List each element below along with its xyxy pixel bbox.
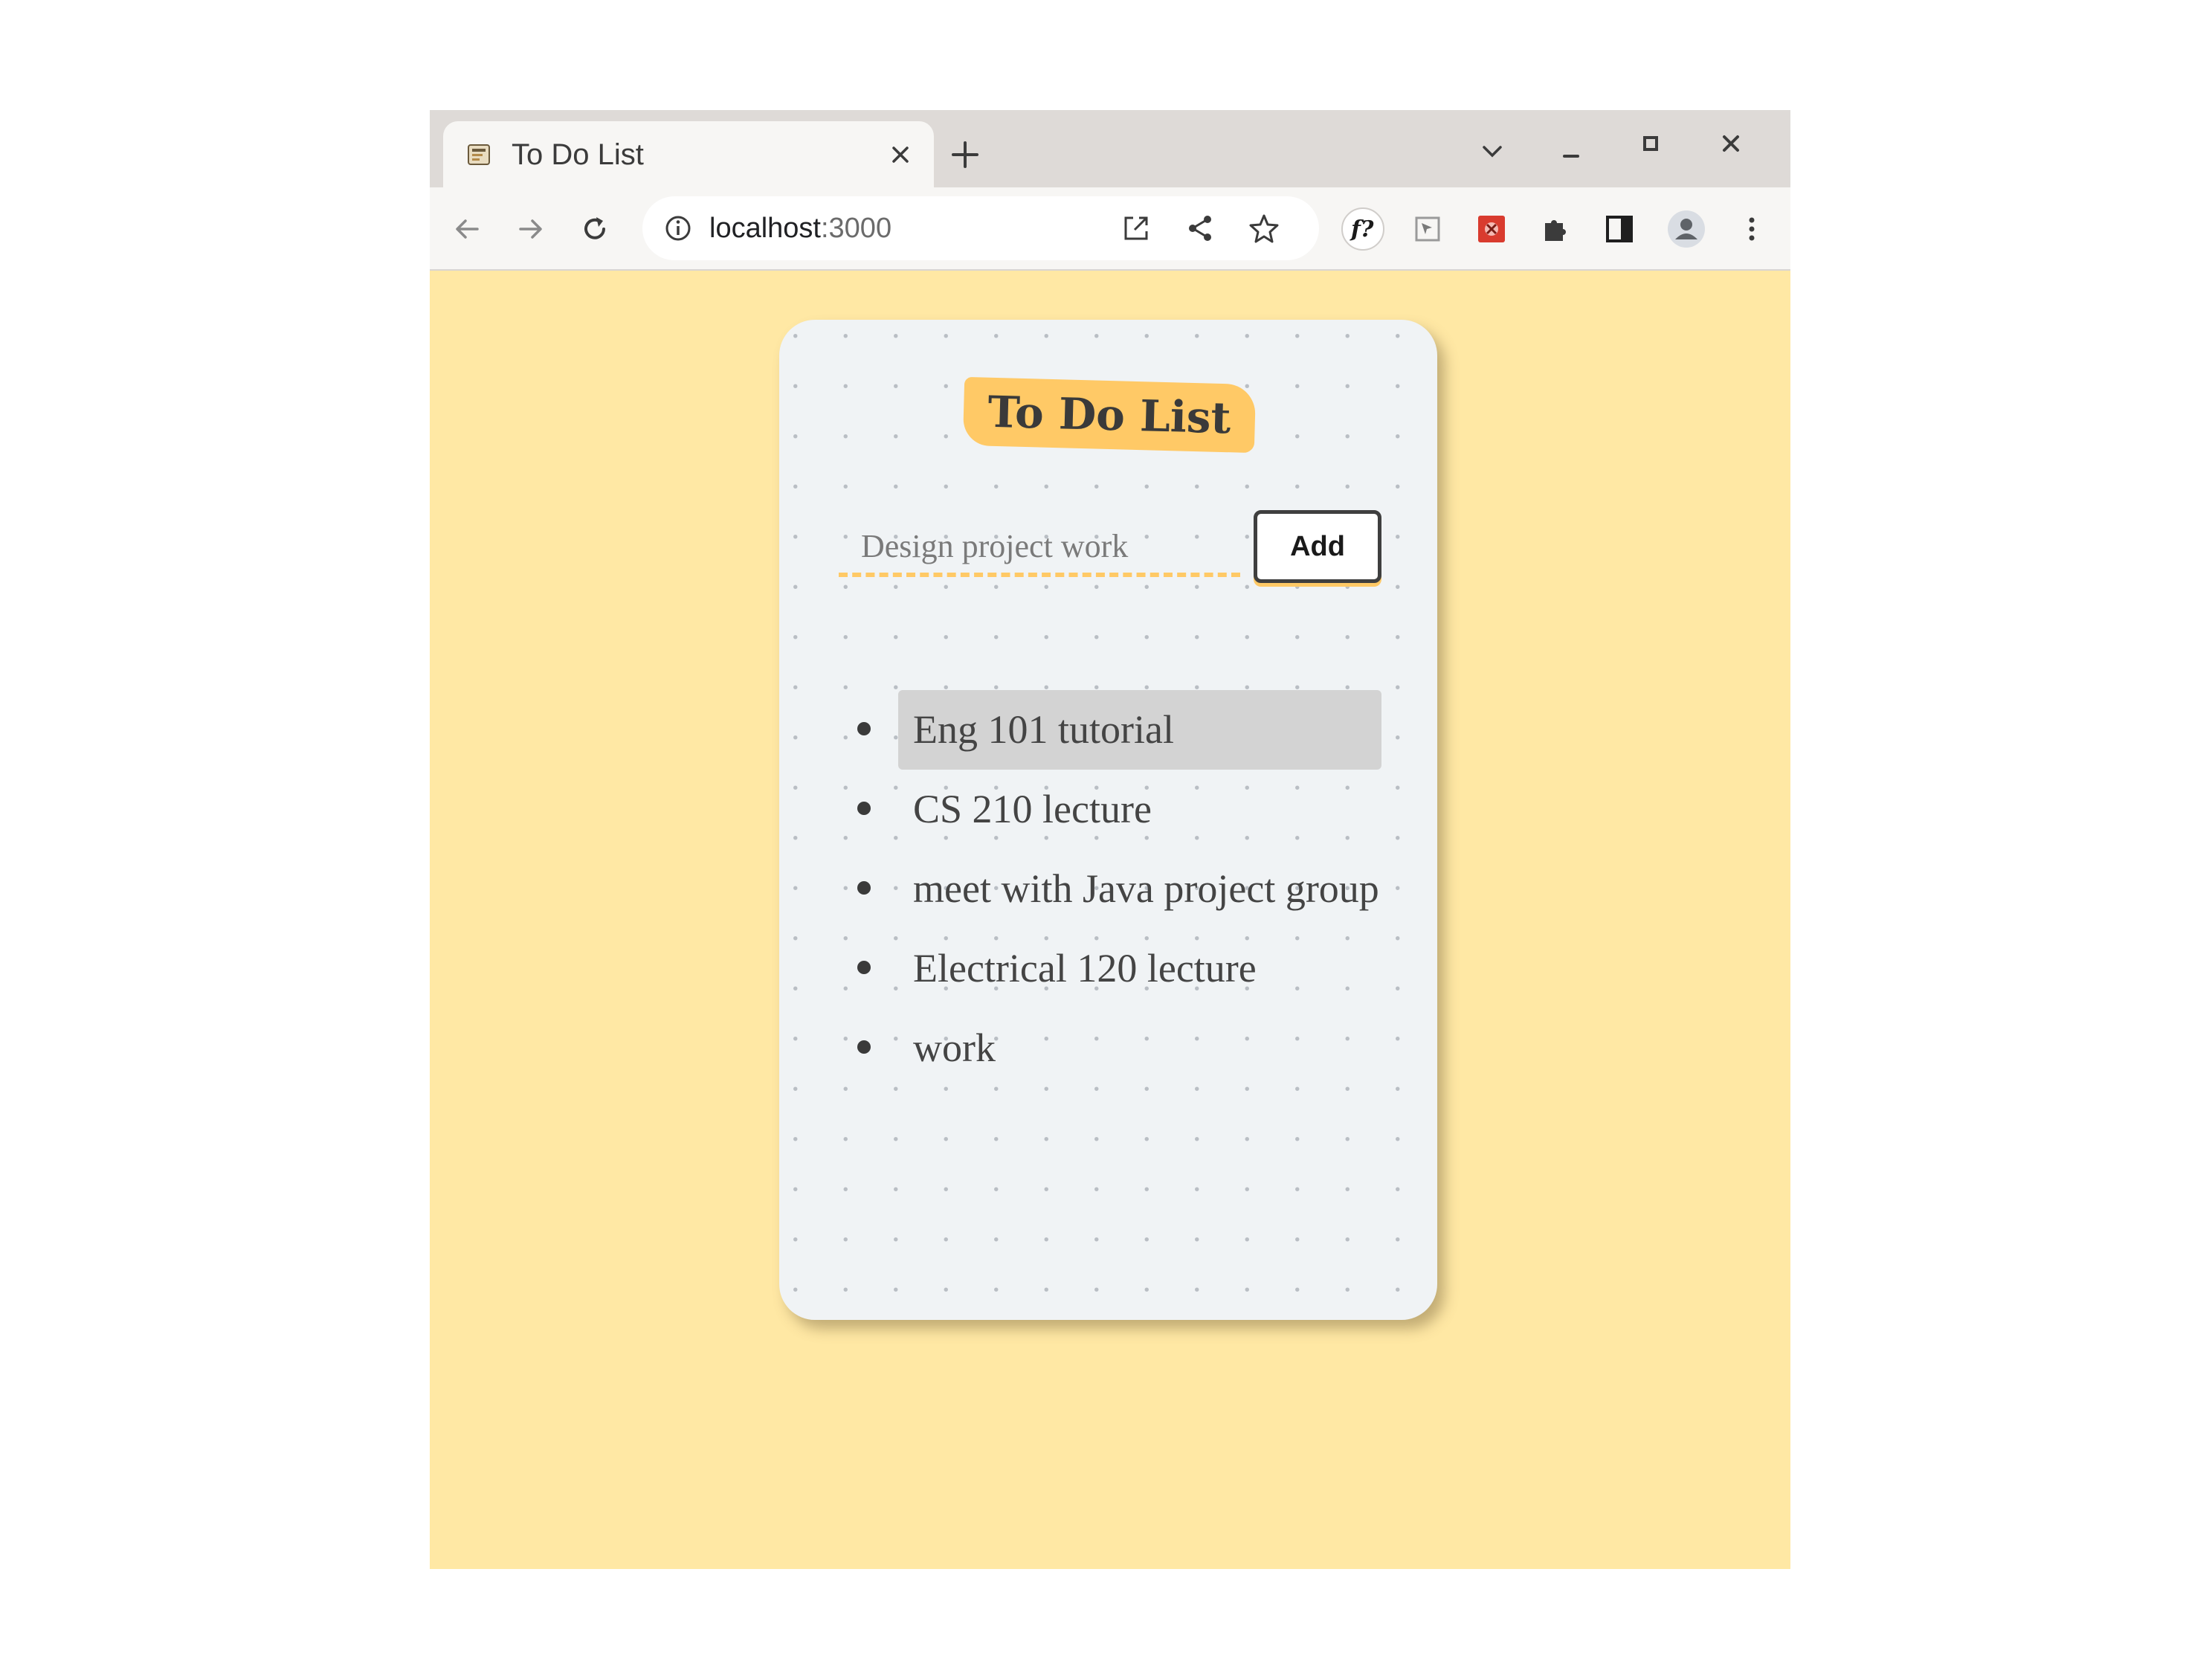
- bullet-icon: [857, 881, 871, 895]
- task-list: Eng 101 tutorial CS 210 lecture meet wit…: [820, 690, 1400, 1088]
- title-banner: To Do List: [962, 376, 1257, 454]
- task-text[interactable]: CS 210 lecture: [898, 770, 1167, 849]
- tab-strip: To Do List: [430, 110, 1790, 187]
- bullet-icon: [857, 1040, 871, 1054]
- task-input[interactable]: [839, 519, 1240, 577]
- svg-text:f?: f?: [1350, 216, 1374, 242]
- url-text[interactable]: localhost:3000: [709, 210, 891, 246]
- profile-icon[interactable]: [1667, 210, 1706, 248]
- kebab-menu-icon[interactable]: [1735, 213, 1768, 245]
- minimize-icon[interactable]: [1558, 138, 1584, 164]
- browser-window: To Do List localhost:3000 f? To Do List …: [430, 110, 1790, 1569]
- address-bar[interactable]: localhost:3000: [642, 196, 1319, 260]
- star-icon[interactable]: [1248, 212, 1280, 245]
- puzzle-icon[interactable]: [1539, 213, 1572, 245]
- info-icon[interactable]: [662, 212, 694, 245]
- task-text[interactable]: work: [898, 1008, 1010, 1088]
- active-tab[interactable]: To Do List: [443, 121, 934, 187]
- list-item[interactable]: CS 210 lecture: [820, 770, 1400, 849]
- list-item[interactable]: Eng 101 tutorial: [820, 690, 1400, 770]
- side-panel-icon[interactable]: [1603, 213, 1636, 245]
- back-arrow-icon[interactable]: [451, 213, 483, 245]
- list-item[interactable]: meet with Java project group: [820, 849, 1400, 929]
- todo-card: To Do List Add Eng 101 tutorial CS 210 l…: [779, 320, 1437, 1320]
- url-host: localhost: [709, 213, 821, 244]
- close-window-icon[interactable]: [1718, 131, 1744, 156]
- browser-toolbar: localhost:3000 f?: [430, 187, 1790, 271]
- plus-icon[interactable]: [950, 140, 980, 170]
- tab-title: To Do List: [512, 138, 644, 171]
- share-icon[interactable]: [1184, 212, 1216, 245]
- open-external-icon[interactable]: [1120, 212, 1152, 245]
- app-favicon-icon: [468, 144, 490, 165]
- bullet-icon: [857, 802, 871, 815]
- list-item[interactable]: work: [820, 1008, 1400, 1088]
- bullet-icon: [857, 961, 871, 974]
- url-port: :3000: [820, 213, 892, 244]
- add-button[interactable]: Add: [1254, 510, 1381, 583]
- list-item[interactable]: Electrical 120 lecture: [820, 929, 1400, 1008]
- reload-icon[interactable]: [578, 213, 611, 245]
- bullet-icon: [857, 722, 871, 735]
- task-text[interactable]: Electrical 120 lecture: [898, 929, 1271, 1008]
- maximize-icon[interactable]: [1638, 131, 1663, 156]
- task-text[interactable]: meet with Java project group: [898, 849, 1394, 929]
- task-text[interactable]: Eng 101 tutorial: [898, 690, 1381, 770]
- red-extension-icon[interactable]: [1475, 213, 1508, 245]
- forward-arrow-icon[interactable]: [515, 213, 547, 245]
- page-title: To Do List: [987, 386, 1232, 444]
- cursor-extension-icon[interactable]: [1411, 213, 1444, 245]
- chevron-down-icon[interactable]: [1480, 138, 1505, 164]
- function-extension-icon[interactable]: f?: [1341, 207, 1385, 251]
- tab-close-icon[interactable]: [889, 144, 912, 166]
